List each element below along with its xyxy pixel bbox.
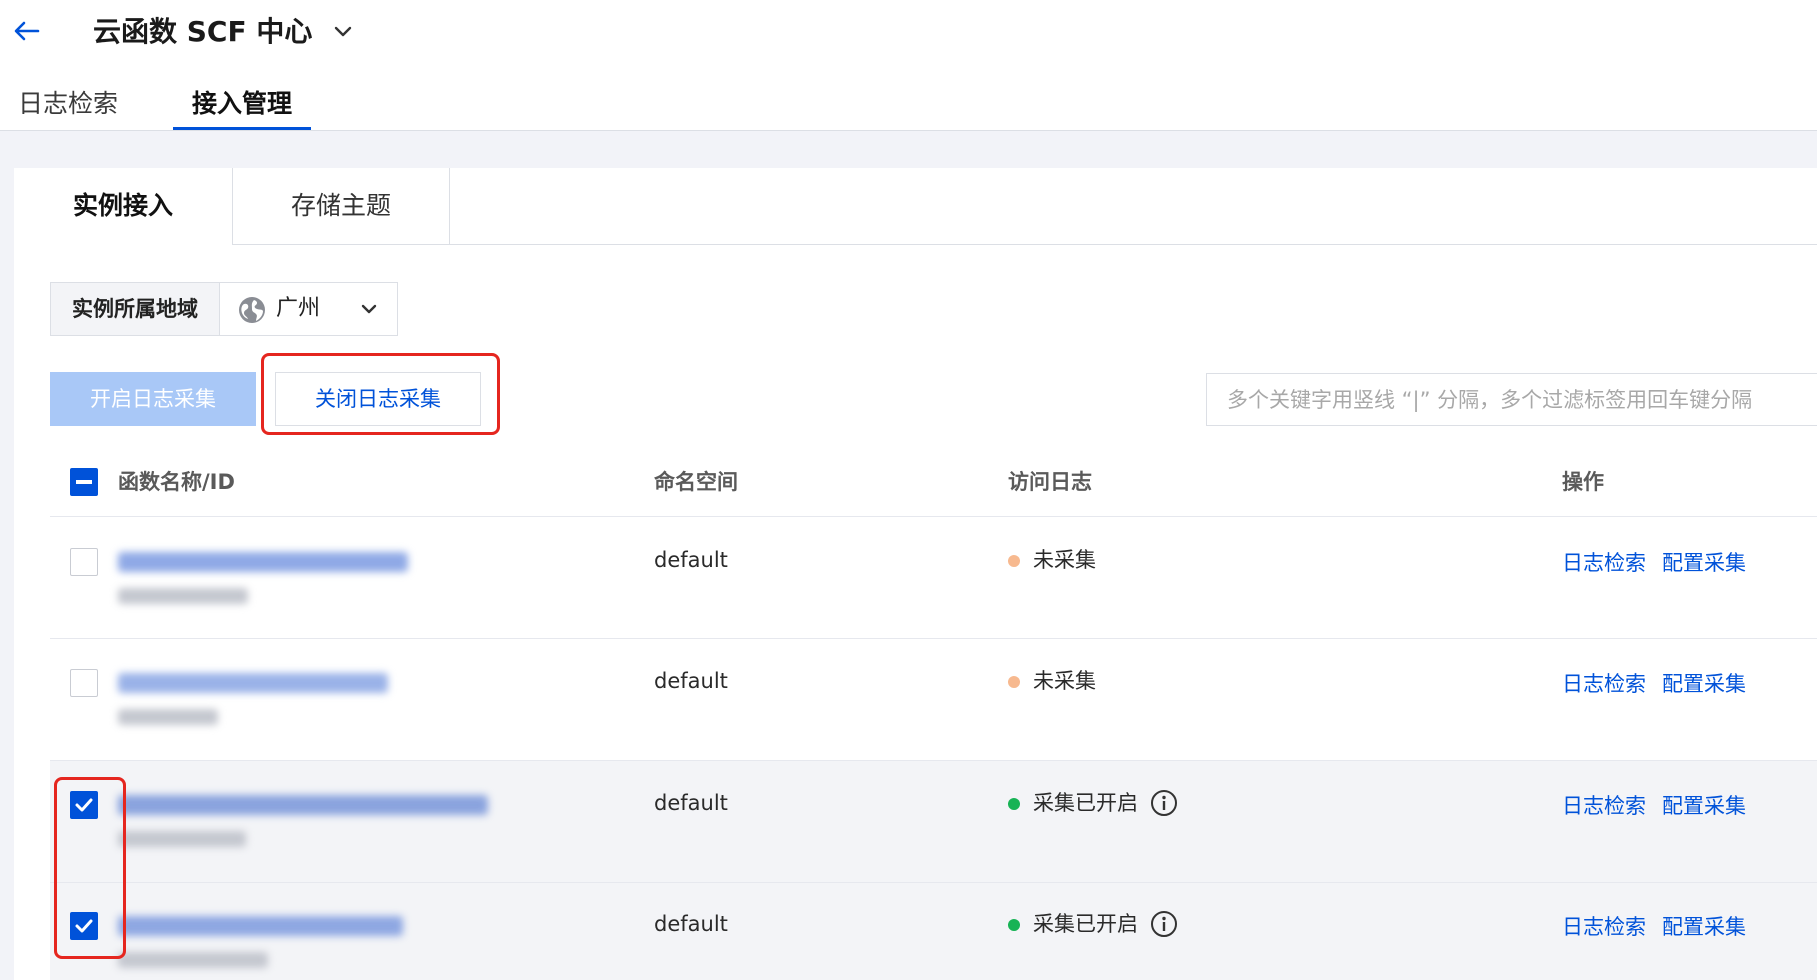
status-dot bbox=[1008, 919, 1020, 931]
log-search-link[interactable]: 日志检索 bbox=[1562, 669, 1646, 699]
function-id-redacted bbox=[118, 952, 268, 968]
arrow-left-icon[interactable] bbox=[10, 14, 44, 48]
function-name-redacted[interactable] bbox=[118, 795, 488, 815]
status-dot bbox=[1008, 555, 1020, 567]
log-search-link[interactable]: 日志检索 bbox=[1562, 791, 1646, 821]
row-checkbox[interactable] bbox=[70, 912, 98, 940]
log-search-link[interactable]: 日志检索 bbox=[1562, 548, 1646, 578]
subtab-instance-access[interactable]: 实例接入 bbox=[14, 168, 232, 244]
table-row bbox=[50, 639, 1817, 761]
subtab-divider bbox=[232, 244, 1817, 245]
enable-log-collection-button[interactable]: 开启日志采集 bbox=[50, 372, 256, 426]
namespace-value: default bbox=[654, 669, 728, 693]
subtab-storage-topic[interactable]: 存储主题 bbox=[232, 168, 450, 244]
status-dot bbox=[1008, 676, 1020, 688]
tab-access-management[interactable]: 接入管理 bbox=[192, 84, 292, 124]
column-header-namespace: 命名空间 bbox=[654, 470, 738, 494]
configure-collection-link[interactable]: 配置采集 bbox=[1662, 912, 1746, 942]
configure-collection-link[interactable]: 配置采集 bbox=[1662, 791, 1746, 821]
namespace-value: default bbox=[654, 548, 728, 572]
column-header-operation: 操作 bbox=[1562, 470, 1604, 494]
disable-log-collection-button[interactable]: 关闭日志采集 bbox=[275, 372, 481, 426]
function-name-redacted[interactable] bbox=[118, 552, 408, 572]
row-checkbox[interactable] bbox=[70, 791, 98, 819]
status-text: 采集已开启 bbox=[1033, 791, 1138, 815]
row-checkbox[interactable] bbox=[70, 669, 98, 697]
row-checkbox[interactable] bbox=[70, 548, 98, 576]
select-all-checkbox[interactable] bbox=[70, 468, 98, 496]
tab-log-search[interactable]: 日志检索 bbox=[18, 84, 118, 124]
function-id-redacted bbox=[118, 588, 248, 604]
checkmark-icon bbox=[75, 919, 93, 933]
column-header-function: 函数名称/ID bbox=[118, 470, 235, 494]
function-id-redacted bbox=[118, 831, 246, 847]
namespace-value: default bbox=[654, 912, 728, 936]
app-title: 云函数 SCF 中心 bbox=[93, 15, 313, 48]
info-icon[interactable] bbox=[1150, 910, 1178, 938]
function-name-redacted[interactable] bbox=[118, 916, 403, 936]
info-icon[interactable] bbox=[1150, 789, 1178, 817]
function-name-redacted[interactable] bbox=[118, 673, 388, 693]
table-row bbox=[50, 517, 1817, 639]
function-id-redacted bbox=[118, 709, 218, 725]
search-input[interactable] bbox=[1206, 373, 1817, 426]
column-header-access-log: 访问日志 bbox=[1008, 470, 1092, 494]
log-search-link[interactable]: 日志检索 bbox=[1562, 912, 1646, 942]
region-value: 广州 bbox=[276, 296, 321, 321]
namespace-value: default bbox=[654, 791, 728, 815]
table-row bbox=[50, 761, 1817, 883]
status-text: 未采集 bbox=[1033, 548, 1096, 572]
checkmark-icon bbox=[75, 798, 93, 812]
globe-icon bbox=[239, 297, 265, 323]
configure-collection-link[interactable]: 配置采集 bbox=[1662, 548, 1746, 578]
status-text: 采集已开启 bbox=[1033, 912, 1138, 936]
region-label: 实例所属地域 bbox=[51, 283, 220, 335]
table-header bbox=[50, 447, 1817, 517]
status-text: 未采集 bbox=[1033, 669, 1096, 693]
chevron-down-icon[interactable] bbox=[358, 300, 380, 318]
status-dot bbox=[1008, 798, 1020, 810]
configure-collection-link[interactable]: 配置采集 bbox=[1662, 669, 1746, 699]
chevron-down-icon[interactable] bbox=[330, 22, 356, 42]
